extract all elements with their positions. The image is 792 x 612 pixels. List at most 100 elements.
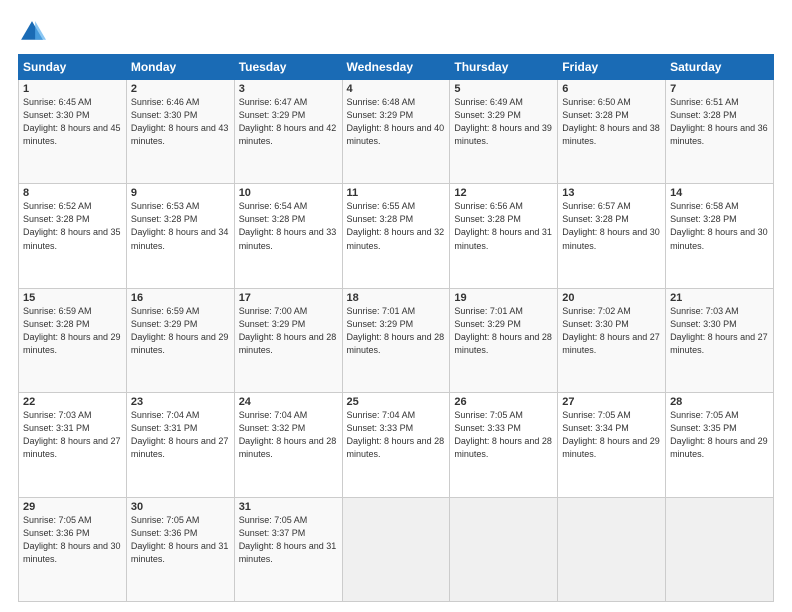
calendar-week-row: 1 Sunrise: 6:45 AM Sunset: 3:30 PM Dayli… <box>19 80 774 184</box>
day-info: Sunrise: 6:52 AM Sunset: 3:28 PM Dayligh… <box>23 200 122 252</box>
calendar-cell <box>666 497 774 601</box>
day-info: Sunrise: 6:46 AM Sunset: 3:30 PM Dayligh… <box>131 96 230 148</box>
calendar-cell: 30 Sunrise: 7:05 AM Sunset: 3:36 PM Dayl… <box>126 497 234 601</box>
calendar-day-header: Tuesday <box>234 55 342 80</box>
day-number: 22 <box>23 396 122 408</box>
day-info: Sunrise: 6:47 AM Sunset: 3:29 PM Dayligh… <box>239 96 338 148</box>
calendar-cell: 27 Sunrise: 7:05 AM Sunset: 3:34 PM Dayl… <box>558 393 666 497</box>
logo <box>18 18 50 46</box>
day-info: Sunrise: 6:48 AM Sunset: 3:29 PM Dayligh… <box>347 96 446 148</box>
day-number: 30 <box>131 501 230 513</box>
calendar-cell: 19 Sunrise: 7:01 AM Sunset: 3:29 PM Dayl… <box>450 288 558 392</box>
day-info: Sunrise: 6:56 AM Sunset: 3:28 PM Dayligh… <box>454 200 553 252</box>
day-info: Sunrise: 6:57 AM Sunset: 3:28 PM Dayligh… <box>562 200 661 252</box>
calendar-day-header: Wednesday <box>342 55 450 80</box>
calendar-cell: 31 Sunrise: 7:05 AM Sunset: 3:37 PM Dayl… <box>234 497 342 601</box>
day-number: 28 <box>670 396 769 408</box>
calendar-cell: 24 Sunrise: 7:04 AM Sunset: 3:32 PM Dayl… <box>234 393 342 497</box>
calendar-week-row: 22 Sunrise: 7:03 AM Sunset: 3:31 PM Dayl… <box>19 393 774 497</box>
day-number: 15 <box>23 292 122 304</box>
day-number: 24 <box>239 396 338 408</box>
day-info: Sunrise: 7:03 AM Sunset: 3:31 PM Dayligh… <box>23 409 122 461</box>
calendar-day-header: Friday <box>558 55 666 80</box>
calendar-cell <box>558 497 666 601</box>
day-number: 26 <box>454 396 553 408</box>
calendar-week-row: 8 Sunrise: 6:52 AM Sunset: 3:28 PM Dayli… <box>19 184 774 288</box>
day-info: Sunrise: 6:49 AM Sunset: 3:29 PM Dayligh… <box>454 96 553 148</box>
day-number: 20 <box>562 292 661 304</box>
day-number: 7 <box>670 83 769 95</box>
calendar-cell: 23 Sunrise: 7:04 AM Sunset: 3:31 PM Dayl… <box>126 393 234 497</box>
calendar-day-header: Monday <box>126 55 234 80</box>
day-info: Sunrise: 7:00 AM Sunset: 3:29 PM Dayligh… <box>239 305 338 357</box>
calendar-cell: 5 Sunrise: 6:49 AM Sunset: 3:29 PM Dayli… <box>450 80 558 184</box>
day-info: Sunrise: 7:04 AM Sunset: 3:31 PM Dayligh… <box>131 409 230 461</box>
calendar-cell: 9 Sunrise: 6:53 AM Sunset: 3:28 PM Dayli… <box>126 184 234 288</box>
day-info: Sunrise: 6:55 AM Sunset: 3:28 PM Dayligh… <box>347 200 446 252</box>
day-info: Sunrise: 7:05 AM Sunset: 3:36 PM Dayligh… <box>23 514 122 566</box>
calendar-cell: 15 Sunrise: 6:59 AM Sunset: 3:28 PM Dayl… <box>19 288 127 392</box>
calendar-cell: 28 Sunrise: 7:05 AM Sunset: 3:35 PM Dayl… <box>666 393 774 497</box>
calendar-cell: 17 Sunrise: 7:00 AM Sunset: 3:29 PM Dayl… <box>234 288 342 392</box>
day-info: Sunrise: 7:05 AM Sunset: 3:37 PM Dayligh… <box>239 514 338 566</box>
calendar-cell: 25 Sunrise: 7:04 AM Sunset: 3:33 PM Dayl… <box>342 393 450 497</box>
day-number: 18 <box>347 292 446 304</box>
day-info: Sunrise: 6:50 AM Sunset: 3:28 PM Dayligh… <box>562 96 661 148</box>
calendar-header-row: SundayMondayTuesdayWednesdayThursdayFrid… <box>19 55 774 80</box>
day-info: Sunrise: 6:59 AM Sunset: 3:28 PM Dayligh… <box>23 305 122 357</box>
day-info: Sunrise: 6:54 AM Sunset: 3:28 PM Dayligh… <box>239 200 338 252</box>
calendar-cell: 18 Sunrise: 7:01 AM Sunset: 3:29 PM Dayl… <box>342 288 450 392</box>
calendar-cell: 29 Sunrise: 7:05 AM Sunset: 3:36 PM Dayl… <box>19 497 127 601</box>
calendar-week-row: 29 Sunrise: 7:05 AM Sunset: 3:36 PM Dayl… <box>19 497 774 601</box>
day-info: Sunrise: 7:03 AM Sunset: 3:30 PM Dayligh… <box>670 305 769 357</box>
calendar-cell: 20 Sunrise: 7:02 AM Sunset: 3:30 PM Dayl… <box>558 288 666 392</box>
day-number: 2 <box>131 83 230 95</box>
day-number: 21 <box>670 292 769 304</box>
day-info: Sunrise: 7:05 AM Sunset: 3:33 PM Dayligh… <box>454 409 553 461</box>
page: SundayMondayTuesdayWednesdayThursdayFrid… <box>0 0 792 612</box>
day-info: Sunrise: 7:02 AM Sunset: 3:30 PM Dayligh… <box>562 305 661 357</box>
calendar-table: SundayMondayTuesdayWednesdayThursdayFrid… <box>18 54 774 602</box>
calendar-cell: 8 Sunrise: 6:52 AM Sunset: 3:28 PM Dayli… <box>19 184 127 288</box>
day-info: Sunrise: 7:04 AM Sunset: 3:33 PM Dayligh… <box>347 409 446 461</box>
day-number: 31 <box>239 501 338 513</box>
calendar-cell: 6 Sunrise: 6:50 AM Sunset: 3:28 PM Dayli… <box>558 80 666 184</box>
calendar-day-header: Saturday <box>666 55 774 80</box>
day-number: 25 <box>347 396 446 408</box>
calendar-cell: 14 Sunrise: 6:58 AM Sunset: 3:28 PM Dayl… <box>666 184 774 288</box>
day-number: 23 <box>131 396 230 408</box>
calendar-cell: 2 Sunrise: 6:46 AM Sunset: 3:30 PM Dayli… <box>126 80 234 184</box>
calendar-cell <box>342 497 450 601</box>
day-number: 4 <box>347 83 446 95</box>
calendar-cell <box>450 497 558 601</box>
day-info: Sunrise: 7:05 AM Sunset: 3:36 PM Dayligh… <box>131 514 230 566</box>
calendar-day-header: Sunday <box>19 55 127 80</box>
calendar-cell: 22 Sunrise: 7:03 AM Sunset: 3:31 PM Dayl… <box>19 393 127 497</box>
day-info: Sunrise: 7:05 AM Sunset: 3:34 PM Dayligh… <box>562 409 661 461</box>
calendar-cell: 21 Sunrise: 7:03 AM Sunset: 3:30 PM Dayl… <box>666 288 774 392</box>
calendar-day-header: Thursday <box>450 55 558 80</box>
calendar-cell: 26 Sunrise: 7:05 AM Sunset: 3:33 PM Dayl… <box>450 393 558 497</box>
calendar-cell: 3 Sunrise: 6:47 AM Sunset: 3:29 PM Dayli… <box>234 80 342 184</box>
day-number: 19 <box>454 292 553 304</box>
header <box>18 18 774 46</box>
day-number: 10 <box>239 187 338 199</box>
day-number: 1 <box>23 83 122 95</box>
day-number: 8 <box>23 187 122 199</box>
day-number: 29 <box>23 501 122 513</box>
day-number: 13 <box>562 187 661 199</box>
calendar-week-row: 15 Sunrise: 6:59 AM Sunset: 3:28 PM Dayl… <box>19 288 774 392</box>
day-info: Sunrise: 7:01 AM Sunset: 3:29 PM Dayligh… <box>347 305 446 357</box>
calendar-cell: 11 Sunrise: 6:55 AM Sunset: 3:28 PM Dayl… <box>342 184 450 288</box>
day-number: 9 <box>131 187 230 199</box>
day-info: Sunrise: 7:05 AM Sunset: 3:35 PM Dayligh… <box>670 409 769 461</box>
calendar-cell: 12 Sunrise: 6:56 AM Sunset: 3:28 PM Dayl… <box>450 184 558 288</box>
day-number: 17 <box>239 292 338 304</box>
day-info: Sunrise: 6:58 AM Sunset: 3:28 PM Dayligh… <box>670 200 769 252</box>
day-info: Sunrise: 6:45 AM Sunset: 3:30 PM Dayligh… <box>23 96 122 148</box>
calendar-cell: 10 Sunrise: 6:54 AM Sunset: 3:28 PM Dayl… <box>234 184 342 288</box>
day-number: 12 <box>454 187 553 199</box>
day-info: Sunrise: 6:53 AM Sunset: 3:28 PM Dayligh… <box>131 200 230 252</box>
day-number: 5 <box>454 83 553 95</box>
day-number: 16 <box>131 292 230 304</box>
